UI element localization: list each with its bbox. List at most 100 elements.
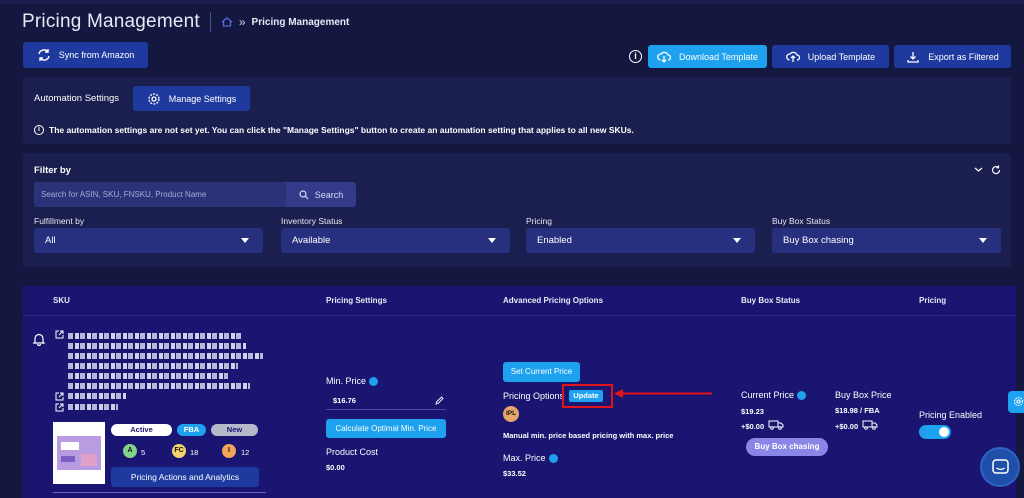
buy-box-status-value: Buy Box chasing xyxy=(783,235,854,246)
fulfillment-value: All xyxy=(45,235,56,246)
fc-badge: FC xyxy=(172,444,186,458)
cloud-download-icon xyxy=(657,51,672,63)
breadcrumb-current: Pricing Management xyxy=(251,16,350,28)
column-header-sku: SKU xyxy=(53,296,70,305)
highlight-box xyxy=(562,384,613,408)
refresh-icon[interactable] xyxy=(991,165,1001,175)
upload-template-button[interactable]: Upload Template xyxy=(772,45,889,68)
external-link-icon[interactable] xyxy=(55,403,64,412)
column-header-pricing-settings: Pricing Settings xyxy=(326,296,387,305)
column-header-buy-box-status: Buy Box Status xyxy=(741,296,801,305)
page-title: Pricing Management xyxy=(22,11,200,32)
download-template-button[interactable]: Download Template xyxy=(648,45,767,68)
buy-box-status-label: Buy Box Status xyxy=(772,216,831,226)
search-input[interactable] xyxy=(34,182,286,207)
product-image xyxy=(57,436,101,470)
sku-title-obscured xyxy=(68,383,250,389)
breadcrumb-chevron-icon: » xyxy=(238,15,246,29)
sync-label: Sync from Amazon xyxy=(58,50,135,60)
pricing-options-label: Pricing Options xyxy=(503,391,565,401)
max-price-label-text: Max. Price xyxy=(503,453,546,463)
truck-icon xyxy=(768,420,784,430)
pricing-enabled-toggle[interactable] xyxy=(919,425,951,439)
product-cost-value: $0.00 xyxy=(326,463,345,472)
gear-icon xyxy=(148,92,160,105)
caret-down-icon xyxy=(488,238,496,243)
automation-note: i The automation settings are not set ye… xyxy=(34,125,634,135)
max-price-value: $33.52 xyxy=(503,469,526,478)
set-current-price-button[interactable]: Set Current Price xyxy=(503,362,580,382)
header-separator xyxy=(209,12,211,32)
calculate-optimal-min-price-button[interactable]: Calculate Optimal Min. Price xyxy=(326,419,446,438)
product-thumbnail xyxy=(53,422,105,484)
top-strip xyxy=(0,0,1024,4)
inbound-count: 12 xyxy=(241,448,250,457)
header-divider xyxy=(23,315,1016,316)
export-icon xyxy=(907,51,919,63)
inventory-status-value: Available xyxy=(292,235,331,246)
bell-icon[interactable] xyxy=(32,332,46,346)
inbound-badge: I xyxy=(222,444,236,458)
current-price-value: $19.23 xyxy=(741,407,764,416)
min-price-label-text: Min. Price xyxy=(326,376,367,386)
info-icon[interactable] xyxy=(369,377,379,387)
sku-title-obscured xyxy=(68,343,246,349)
column-header-advanced-options: Advanced Pricing Options xyxy=(503,296,604,305)
status-badge-active: Active xyxy=(111,424,172,436)
inventory-status-select[interactable]: Available xyxy=(281,228,510,253)
sync-icon xyxy=(38,49,50,61)
pricing-strategy-text: Manual min. price based pricing with max… xyxy=(503,431,674,440)
home-icon[interactable] xyxy=(221,17,233,27)
external-link-icon[interactable] xyxy=(55,330,64,339)
export-label: Export as Filtered xyxy=(928,51,999,62)
info-icon[interactable] xyxy=(797,391,807,401)
side-settings-tab[interactable] xyxy=(1008,391,1024,413)
sku-title-obscured xyxy=(68,333,243,339)
fc-count: 18 xyxy=(190,448,199,457)
filter-title: Filter by xyxy=(34,165,71,176)
pricing-filter-label: Pricing xyxy=(526,216,552,226)
buy-box-chasing-button[interactable]: Buy Box chasing xyxy=(746,438,828,456)
caret-down-icon xyxy=(979,238,987,243)
manage-settings-button[interactable]: Manage Settings xyxy=(133,86,250,111)
min-price-value: $16.76 xyxy=(333,396,356,405)
download-label: Download Template xyxy=(679,51,758,62)
cloud-upload-icon xyxy=(785,51,800,62)
external-link-icon[interactable] xyxy=(55,392,64,401)
chevron-down-icon[interactable] xyxy=(974,166,983,173)
pencil-icon[interactable] xyxy=(435,396,444,405)
pricing-enabled-label: Pricing Enabled xyxy=(919,410,983,420)
min-price-input[interactable]: $16.76 xyxy=(326,392,446,410)
product-cost-label: Product Cost xyxy=(326,447,379,457)
row-divider xyxy=(53,492,266,493)
fulfillment-label: Fulfillment by xyxy=(34,216,85,226)
available-badge: A xyxy=(123,444,137,458)
search-button[interactable]: Search xyxy=(286,182,356,207)
pricing-select[interactable]: Enabled xyxy=(526,228,755,253)
sku-title-obscured xyxy=(68,363,238,369)
info-icon[interactable] xyxy=(548,454,558,464)
ipl-badge: IPL xyxy=(503,406,519,422)
caret-down-icon xyxy=(733,238,741,243)
sync-from-amazon-button[interactable]: Sync from Amazon xyxy=(23,42,148,68)
truck-icon xyxy=(862,420,878,430)
fulfillment-select[interactable]: All xyxy=(34,228,263,253)
sku-title-obscured xyxy=(68,353,263,359)
status-badge-fba: FBA xyxy=(177,424,206,436)
buy-box-status-select[interactable]: Buy Box chasing xyxy=(772,228,1001,253)
chat-icon xyxy=(992,459,1009,474)
info-icon[interactable]: i xyxy=(629,50,642,63)
pricing-actions-button[interactable]: Pricing Actions and Analytics xyxy=(111,467,259,487)
caret-down-icon xyxy=(241,238,249,243)
chat-button[interactable] xyxy=(980,447,1020,487)
buy-box-price-value: $18.98 / FBA xyxy=(835,406,880,415)
sku-code-obscured xyxy=(68,393,126,399)
search-icon xyxy=(299,189,309,199)
max-price-label: Max. Price xyxy=(503,453,558,464)
automation-note-text: The automation settings are not set yet.… xyxy=(49,125,634,135)
available-count: 5 xyxy=(141,448,146,457)
page-header: Pricing Management » Pricing Management xyxy=(22,10,349,34)
min-price-label: Min. Price xyxy=(326,376,379,387)
inventory-status-label: Inventory Status xyxy=(281,216,343,226)
export-as-filtered-button[interactable]: Export as Filtered xyxy=(894,45,1011,68)
